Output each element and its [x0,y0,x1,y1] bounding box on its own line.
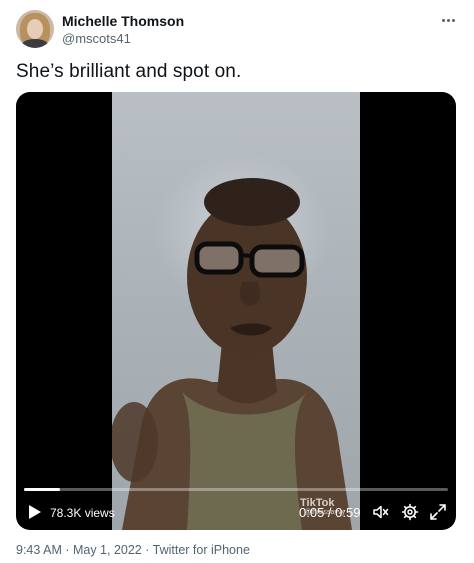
author-name[interactable]: Michelle Thomson [62,13,184,29]
video-progress-fill [24,488,61,491]
video-person-image [112,178,352,530]
author-handle[interactable]: @mscots41 [62,31,131,46]
play-icon[interactable] [28,504,42,520]
gear-icon[interactable] [401,503,419,521]
volume-icon[interactable] [372,503,390,521]
tweet-text: She’s brilliant and spot on. [16,61,242,82]
tweet-timestamp[interactable]: 9:43 AM · May 1, 2022 · Twitter for iPho… [16,543,250,557]
fullscreen-icon[interactable] [429,503,447,521]
video-time: 0:05 / 0:59 [299,505,361,520]
avatar[interactable] [16,10,54,48]
video-progress-bar[interactable] [24,488,448,491]
more-icon[interactable] [438,12,458,28]
tweet-card: Michelle Thomson @mscots41 She’s brillia… [0,0,474,563]
video-player[interactable]: TikTok @thisissavvy 78.3K views 0:05 / 0… [16,92,456,530]
view-count: 78.3K views [50,506,115,520]
video-frame [112,92,360,530]
